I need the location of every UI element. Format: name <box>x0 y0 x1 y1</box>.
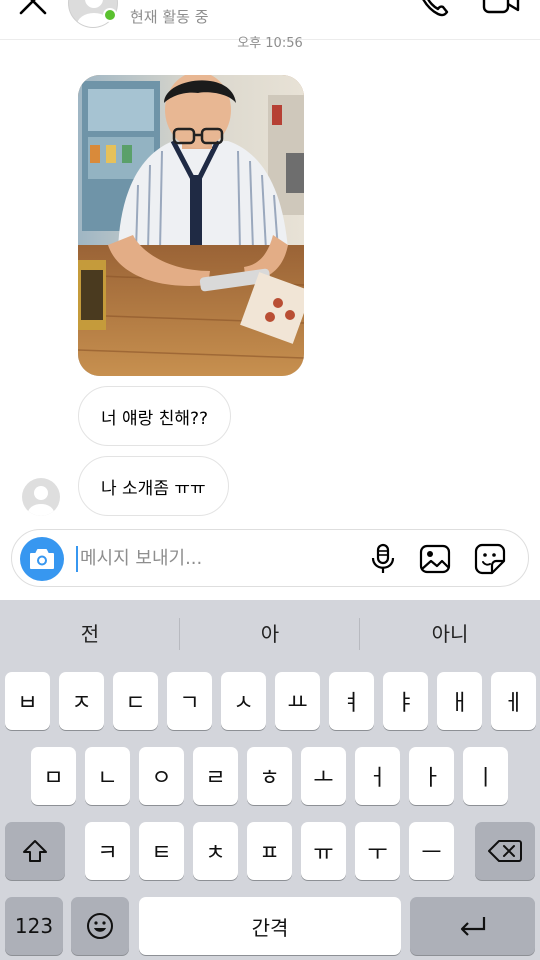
key-ㅓ[interactable]: ㅓ <box>355 747 400 805</box>
key-ㅎ[interactable]: ㅎ <box>247 747 292 805</box>
key-ㅛ[interactable]: ㅛ <box>275 672 320 730</box>
shift-key[interactable] <box>5 822 65 880</box>
key-ㅔ[interactable]: ㅔ <box>491 672 536 730</box>
message-text: 너 얘랑 친해?? <box>101 408 209 429</box>
voice-call-button[interactable] <box>416 0 450 18</box>
sender-avatar[interactable] <box>22 478 60 516</box>
key-ㅈ[interactable]: ㅈ <box>59 672 104 730</box>
key-ㅂ[interactable]: ㅂ <box>5 672 50 730</box>
backspace-icon <box>488 840 522 862</box>
gallery-button[interactable] <box>418 542 452 576</box>
prediction-suggestion[interactable]: 전 <box>0 618 180 647</box>
key-ㄹ[interactable]: ㄹ <box>193 747 238 805</box>
microphone-icon <box>371 543 395 573</box>
key-ㅋ[interactable]: ㅋ <box>85 822 130 880</box>
return-arrow-icon <box>460 917 485 936</box>
key-ㅑ[interactable]: ㅑ <box>383 672 428 730</box>
video-camera-icon <box>482 0 520 14</box>
key-ㄴ[interactable]: ㄴ <box>85 747 130 805</box>
message-timestamp: 오후 10:56 <box>237 36 303 51</box>
shared-photo <box>78 75 304 376</box>
shift-arrow-icon <box>23 840 47 862</box>
emoji-key[interactable] <box>71 897 129 955</box>
camera-button[interactable] <box>20 537 64 581</box>
phone-icon <box>422 0 449 17</box>
key-ㅡ[interactable]: ㅡ <box>409 822 454 880</box>
message-bubble[interactable]: 나 소개좀 ㅠㅠ <box>78 456 229 516</box>
message-input[interactable] <box>80 541 350 575</box>
default-avatar-icon <box>28 486 54 516</box>
image-icon <box>419 544 451 574</box>
key-ㅅ[interactable]: ㅅ <box>221 672 266 730</box>
key-ㅗ[interactable]: ㅗ <box>301 747 346 805</box>
emoji-icon <box>87 913 113 939</box>
voice-message-button[interactable] <box>366 542 400 576</box>
key-ㅜ[interactable]: ㅜ <box>355 822 400 880</box>
sticker-button[interactable] <box>473 542 507 576</box>
key-ㅍ[interactable]: ㅍ <box>247 822 292 880</box>
key-ㅇ[interactable]: ㅇ <box>139 747 184 805</box>
text-caret <box>76 546 78 572</box>
key-ㅊ[interactable]: ㅊ <box>193 822 238 880</box>
key-ㅠ[interactable]: ㅠ <box>301 822 346 880</box>
space-key[interactable]: 간격 <box>139 897 401 955</box>
message-text: 나 소개좀 ㅠㅠ <box>101 478 206 499</box>
close-button[interactable] <box>18 0 48 16</box>
delete-key[interactable] <box>475 822 535 880</box>
message-bubble[interactable]: 너 얘랑 친해?? <box>78 386 232 446</box>
video-call-button[interactable] <box>481 0 521 18</box>
key-ㅐ[interactable]: ㅐ <box>437 672 482 730</box>
key-ㅣ[interactable]: ㅣ <box>463 747 508 805</box>
korean-keyboard: 전 아 아니 ㅂ ㅈ ㄷ ㄱ ㅅ ㅛ ㅕ ㅑ ㅐ ㅔ ㅁ ㄴ ㅇ ㄹ ㅎ ㅗ ㅓ… <box>0 600 540 960</box>
activity-status: 현재 활동 중 <box>130 8 209 26</box>
prediction-suggestion[interactable]: 아니 <box>360 618 540 647</box>
key-ㅁ[interactable]: ㅁ <box>31 747 76 805</box>
prediction-suggestion[interactable]: 아 <box>180 618 360 647</box>
sticker-icon <box>474 543 506 575</box>
photo-message[interactable] <box>78 75 304 376</box>
close-icon <box>19 0 47 15</box>
key-ㅌ[interactable]: ㅌ <box>139 822 184 880</box>
key-ㅏ[interactable]: ㅏ <box>409 747 454 805</box>
key-ㄷ[interactable]: ㄷ <box>113 672 158 730</box>
message-composer <box>11 529 529 587</box>
return-key[interactable] <box>410 897 535 955</box>
numbers-key[interactable]: 123 <box>5 897 63 955</box>
key-ㅕ[interactable]: ㅕ <box>329 672 374 730</box>
camera-icon <box>30 549 54 569</box>
key-ㄱ[interactable]: ㄱ <box>167 672 212 730</box>
prediction-bar: 전 아 아니 <box>0 600 540 666</box>
online-indicator <box>103 8 117 22</box>
